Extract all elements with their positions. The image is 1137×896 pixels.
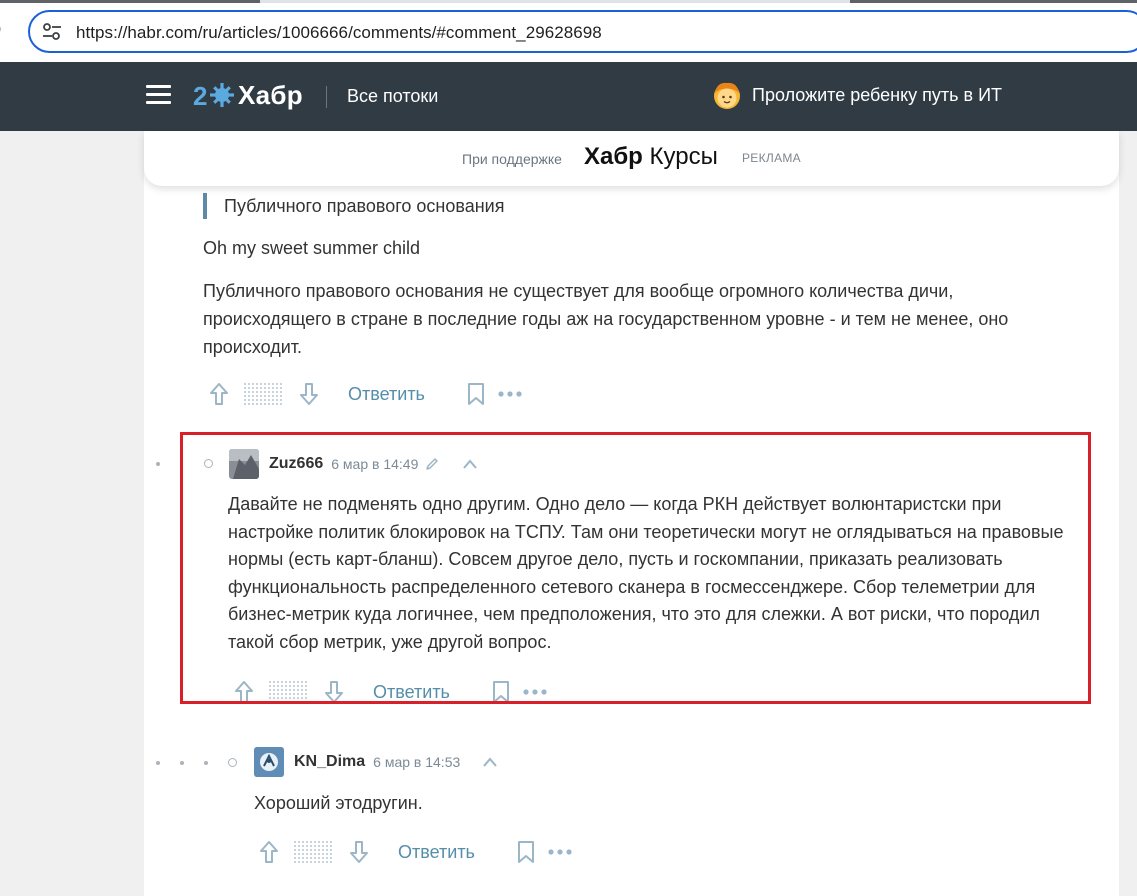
reply-button[interactable]: Ответить [373, 682, 450, 703]
bookmark-icon[interactable] [467, 382, 485, 406]
score-hidden-icon [269, 681, 309, 703]
thread-dot [180, 760, 184, 765]
all-streams-link[interactable]: Все потоки [347, 86, 438, 107]
thread-dot [204, 760, 208, 765]
sponsor-brand[interactable]: Хабр Курсы [584, 143, 718, 171]
tab-indicator [0, 0, 260, 3]
comment-author[interactable]: KN_Dima [294, 753, 365, 771]
comment-paragraph: Oh my sweet summer child [203, 238, 421, 258]
upvote-icon[interactable] [258, 839, 280, 865]
comment-header: Zuz666 6 мар в 14:49 [229, 449, 478, 479]
tab-strip-edge [0, 0, 1137, 3]
downvote-icon[interactable] [323, 679, 345, 705]
thread-indent-markers [156, 758, 237, 767]
edited-pencil-icon [426, 458, 439, 470]
logo-text: Хабр [238, 79, 303, 110]
comment-header: KN_Dima 6 мар в 14:53 [254, 747, 498, 777]
comment-paragraph: Публичного правового основания не сущест… [203, 281, 1009, 357]
bookmark-icon[interactable] [517, 840, 535, 864]
header-divider [326, 86, 327, 108]
avatar[interactable] [254, 747, 284, 777]
comment-actions: Ответить [233, 677, 548, 707]
comment-quote: Публичного правового основания [203, 193, 504, 219]
menu-icon[interactable] [146, 85, 171, 105]
comment-actions: Ответить [258, 837, 573, 867]
bookmark-icon[interactable] [492, 680, 510, 704]
sponsor-label: При поддержке [462, 151, 562, 167]
promo-text: Проложите ребенку путь в ИТ [752, 84, 1003, 105]
sponsor-brand-bold: Хабр [584, 143, 643, 170]
comment-text: Хороший этодругин. [254, 793, 423, 813]
comment-text: Давайте не подменять одно другим. Одно д… [228, 494, 1064, 652]
address-bar[interactable]: https://habr.com/ru/articles/1006666/com… [28, 10, 1137, 53]
chevron-up-icon[interactable] [462, 458, 478, 470]
chevron-up-icon[interactable] [482, 756, 498, 768]
downvote-icon[interactable] [348, 839, 370, 865]
more-icon[interactable] [547, 848, 573, 856]
tab-indicator [850, 0, 1137, 3]
sponsor-brand-rest: Курсы [649, 143, 718, 170]
comment-author[interactable]: Zuz666 [269, 455, 323, 473]
thread-node [204, 459, 213, 468]
habr-logo-mark-icon: 2 [193, 81, 234, 110]
score-hidden-icon [294, 841, 334, 863]
reply-button[interactable]: Ответить [348, 384, 425, 405]
score-hidden-icon [244, 383, 284, 405]
child-face-icon [714, 82, 740, 109]
reply-button[interactable]: Ответить [398, 842, 475, 863]
comment-actions: Ответить [208, 379, 523, 409]
more-icon[interactable] [522, 688, 548, 696]
ad-label: РЕКЛАМА [742, 151, 801, 165]
url-text[interactable]: https://habr.com/ru/articles/1006666/com… [76, 23, 602, 43]
comment-time[interactable]: 6 мар в 14:53 [373, 754, 460, 770]
habr-logo[interactable]: 2 Хабр [193, 78, 303, 112]
thread-dot [156, 760, 160, 765]
browser-toolbar: https://habr.com/ru/articles/1006666/com… [0, 0, 1137, 62]
more-icon[interactable] [497, 390, 523, 398]
promo-link[interactable]: Проложите ребенку путь в ИТ [712, 80, 1002, 110]
avatar[interactable] [229, 449, 259, 479]
upvote-icon[interactable] [208, 381, 230, 407]
upvote-icon[interactable] [233, 679, 255, 705]
thread-indent-markers [156, 459, 213, 468]
site-header: 2 Хабр Все потоки Проложите ребенку путь… [0, 62, 1137, 131]
comment-time[interactable]: 6 мар в 14:49 [331, 456, 418, 472]
svg-text:2: 2 [193, 81, 207, 110]
thread-dot [156, 461, 160, 466]
thread-node [228, 758, 237, 767]
site-settings-icon[interactable] [42, 23, 62, 41]
sponsor-banner[interactable]: При поддержке Хабр Курсы РЕКЛАМА [144, 131, 1119, 186]
reload-icon[interactable] [0, 19, 8, 39]
downvote-icon[interactable] [298, 381, 320, 407]
